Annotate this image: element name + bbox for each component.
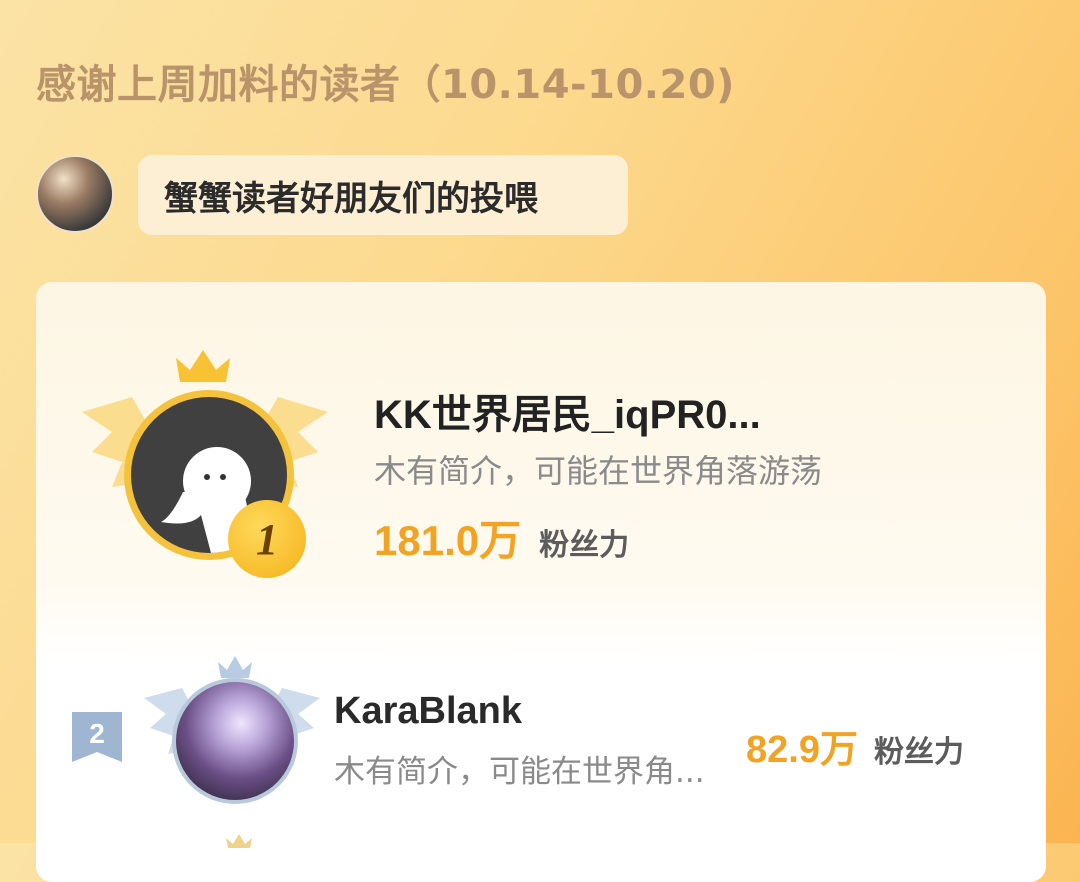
user-bio: 木有简介，可能在世界角落游荡 <box>374 452 823 490</box>
fans-power: 181.0万 粉丝力 <box>374 507 629 568</box>
crown-icon <box>218 656 252 678</box>
user-bio: 木有简介，可能在世界角... <box>334 754 705 790</box>
host-message-bubble: 蟹蟹读者好朋友们的投喂 <box>138 155 628 235</box>
fans-value: 82.9万 <box>746 729 858 771</box>
rank-2-number: 2 <box>89 718 105 749</box>
fans-power: 82.9万 粉丝力 <box>746 718 964 773</box>
host-message: 蟹蟹读者好朋友们的投喂 <box>164 178 538 219</box>
user-name[interactable]: KaraBlank <box>334 690 522 733</box>
rank-1-badge: 1 <box>228 500 306 578</box>
user-name[interactable]: KK世界居民_iqPR0... <box>374 382 761 440</box>
page-title: 感谢上周加料的读者（10.14-10.20) <box>36 62 735 108</box>
crown-icon <box>176 350 230 382</box>
fans-label: 粉丝力 <box>539 528 630 563</box>
fans-value: 181.0万 <box>374 517 522 564</box>
host-avatar[interactable] <box>36 155 114 233</box>
leaderboard-card: 1 KK世界居民_iqPR0... 木有简介，可能在世界角落游荡 181.0万 … <box>36 282 1046 882</box>
crown-icon <box>226 834 252 848</box>
avatar[interactable] <box>172 678 298 804</box>
fans-label: 粉丝力 <box>873 735 964 770</box>
